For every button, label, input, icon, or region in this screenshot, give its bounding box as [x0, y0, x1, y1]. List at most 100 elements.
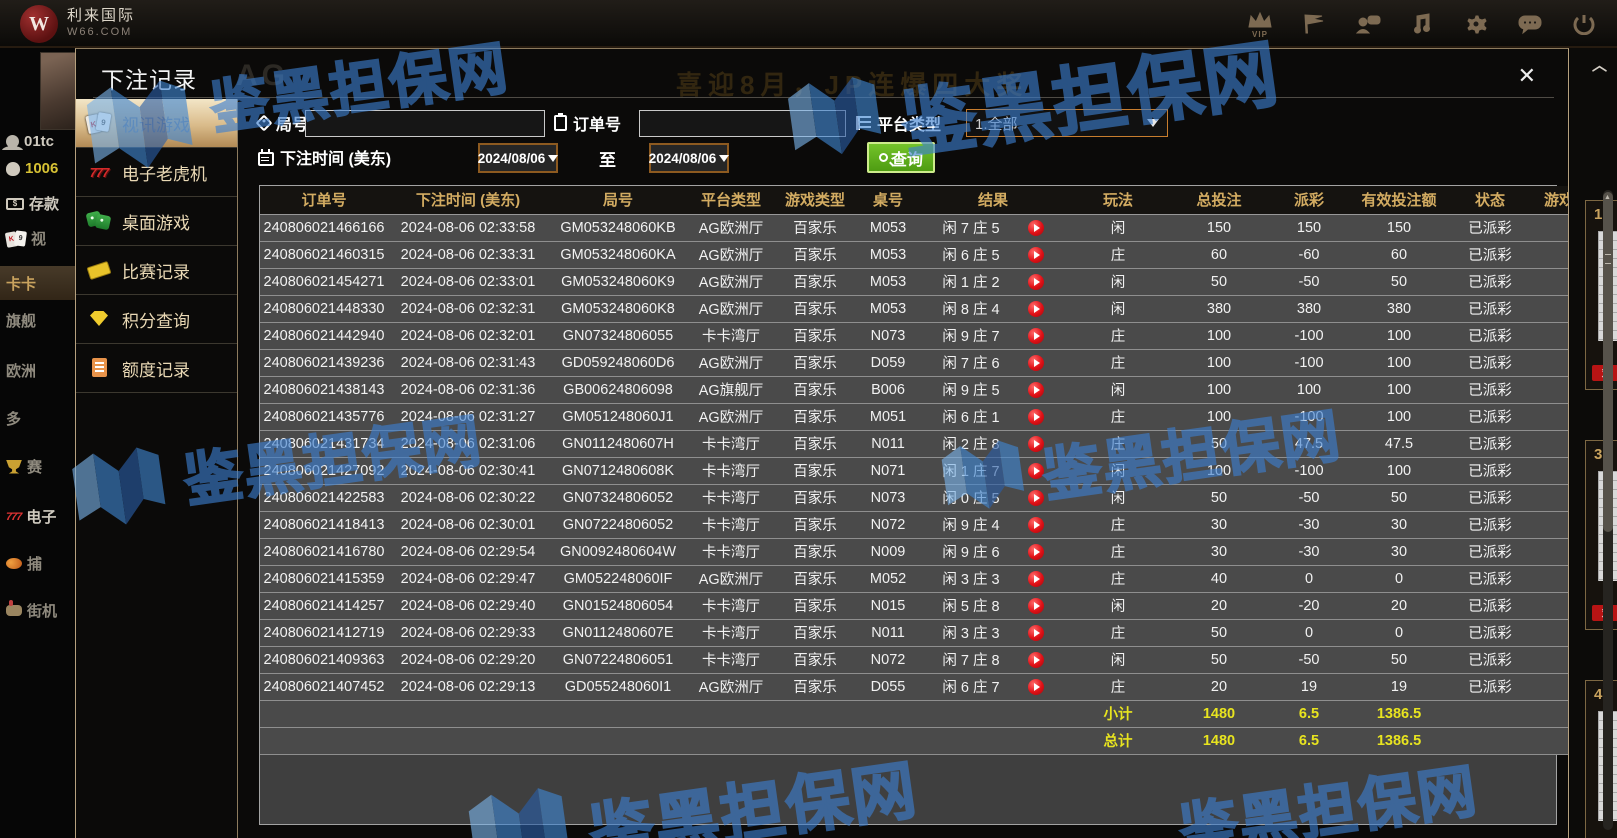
play-icon[interactable]	[1028, 301, 1044, 317]
platform-type-label: 平台类型	[856, 111, 941, 135]
total-cell: 总计	[1066, 727, 1170, 754]
play-icon[interactable]	[1028, 652, 1044, 668]
sidebar-item-赛[interactable]: 赛	[0, 456, 75, 477]
play-icon[interactable]	[1028, 220, 1044, 236]
modal-tab-额度记录[interactable]: 额度记录	[76, 344, 237, 393]
result: 闲 3 庄 3	[920, 565, 1066, 592]
result-text: 闲 1 庄 2	[942, 271, 999, 292]
brand-logo[interactable]: W	[20, 5, 58, 43]
modal-tab-桌面游戏[interactable]: 桌面游戏	[76, 197, 237, 246]
sidebar-item-卡卡[interactable]: 卡卡	[0, 266, 75, 300]
sidebar-item-多[interactable]: 多	[0, 408, 75, 429]
magnifier-icon	[879, 153, 888, 162]
total-bet: 100	[1170, 322, 1268, 349]
result-cell: 闲 3 庄 3	[942, 622, 1043, 643]
column-header: 平台类型	[688, 186, 774, 214]
order-input[interactable]	[639, 110, 846, 137]
chevron-down-icon	[719, 155, 729, 162]
valid-bet: 30	[1350, 538, 1448, 565]
subtotal-row: 小计14806.51386.5	[260, 700, 1569, 727]
sidebar-item-视[interactable]: K9视	[0, 228, 75, 249]
table-row: 2408060214270922024-08-06 02:30:41GN0712…	[260, 457, 1569, 484]
round-input[interactable]	[305, 110, 545, 137]
sidebar-item-街机[interactable]: 街机	[0, 600, 75, 621]
play-icon[interactable]	[1028, 382, 1044, 398]
play-icon[interactable]	[1028, 355, 1044, 371]
play-icon[interactable]	[1028, 328, 1044, 344]
sidebar-item-电子[interactable]: 777电子	[0, 506, 75, 527]
table-row: 2408060214392362024-08-06 02:31:43GD0592…	[260, 349, 1569, 376]
clipboard-icon	[554, 115, 567, 131]
play-icon[interactable]	[1028, 409, 1044, 425]
modal-tab-视讯游戏[interactable]: K9视讯游戏	[76, 99, 237, 148]
modal-tab-比赛记录[interactable]: 比赛记录	[76, 246, 237, 295]
payout: -50	[1268, 484, 1350, 511]
total-cell: 1480	[1170, 727, 1268, 754]
flag-icon[interactable]	[1299, 7, 1329, 41]
play-icon[interactable]	[1028, 274, 1044, 290]
sidebar-item-旗舰[interactable]: 旗舰	[0, 310, 75, 331]
vip-icon[interactable]: VIP	[1245, 7, 1275, 41]
game-type: 百家乐	[774, 565, 856, 592]
payout: -30	[1268, 511, 1350, 538]
payout: 380	[1268, 295, 1350, 322]
date-from-select[interactable]: 2024/08/06	[478, 143, 558, 173]
scroll-top-chevron-icon[interactable]: ︿	[1592, 54, 1612, 70]
valid-bet: 100	[1350, 403, 1448, 430]
avatar[interactable]	[40, 52, 75, 130]
page-scrollbar-thumb[interactable]	[1603, 192, 1613, 532]
brand-domain: W66.COM	[67, 26, 135, 40]
sidebar-item-欧洲[interactable]: 欧洲	[0, 360, 75, 381]
power-icon[interactable]	[1569, 7, 1599, 41]
modal-title: 下注记录	[101, 61, 197, 95]
table-no: N073	[856, 484, 920, 511]
result-cell: 闲 3 庄 3	[942, 568, 1043, 589]
round-no: GM051248060J1	[548, 403, 688, 430]
play-icon[interactable]	[1028, 247, 1044, 263]
bet-side: 闲	[1066, 214, 1170, 241]
joystick-icon	[6, 605, 22, 616]
search-button[interactable]: 查询	[867, 142, 935, 173]
settings-gear-icon[interactable]	[1461, 7, 1491, 41]
message-bubble-icon[interactable]	[1515, 7, 1545, 41]
bet-table-container: 订单号下注时间 (美东)局号平台类型游戏类型桌号结果玩法总投注派彩有效投注额状态…	[259, 185, 1557, 825]
modal-tab-积分查询[interactable]: 积分查询	[76, 295, 237, 344]
sidebar-item-存款[interactable]: $存款	[0, 193, 75, 214]
result-text: 闲 6 庄 5	[942, 244, 999, 265]
play-icon[interactable]	[1028, 598, 1044, 614]
subtotal-cell	[388, 700, 548, 727]
sidebar-item-1006[interactable]: 1006	[0, 160, 75, 177]
game-mode: -	[1532, 592, 1569, 619]
subtotal-cell: 6.5	[1268, 700, 1350, 727]
play-icon[interactable]	[1028, 517, 1044, 533]
modal-tab-电子老虎机[interactable]: 777电子老虎机	[76, 148, 237, 197]
result-text: 闲 5 庄 8	[942, 595, 999, 616]
top-bar: W 利来国际 W66.COM VIP	[0, 0, 1617, 48]
platform-type-select[interactable]: 1.全部	[966, 109, 1168, 137]
play-icon[interactable]	[1028, 463, 1044, 479]
sidebar-item-label: 存款	[29, 193, 59, 214]
play-icon[interactable]	[1028, 571, 1044, 587]
music-icon[interactable]	[1407, 7, 1437, 41]
status: 已派彩	[1448, 214, 1532, 241]
play-icon[interactable]	[1028, 490, 1044, 506]
round-no: GN07224806052	[548, 511, 688, 538]
close-icon[interactable]: ✕	[1518, 65, 1536, 87]
play-icon[interactable]	[1028, 625, 1044, 641]
play-icon[interactable]	[1028, 544, 1044, 560]
game-mode: -	[1532, 430, 1569, 457]
support-chat-icon[interactable]	[1353, 7, 1383, 41]
game-type: 百家乐	[774, 322, 856, 349]
to-label: 至	[599, 146, 616, 171]
column-header: 总投注	[1170, 186, 1268, 214]
status: 已派彩	[1448, 619, 1532, 646]
game-mode: -	[1532, 511, 1569, 538]
sidebar-item-01tc[interactable]: 01tc	[0, 133, 75, 150]
sidebar-item-捕[interactable]: 捕	[0, 553, 75, 574]
play-icon[interactable]	[1028, 436, 1044, 452]
date-to-select[interactable]: 2024/08/06	[649, 143, 729, 173]
play-icon[interactable]	[1028, 679, 1044, 695]
table-row: 2408060214225832024-08-06 02:30:22GN0732…	[260, 484, 1569, 511]
page-scrollbar-track[interactable]	[1603, 190, 1613, 830]
platform: 卡卡湾厅	[688, 457, 774, 484]
